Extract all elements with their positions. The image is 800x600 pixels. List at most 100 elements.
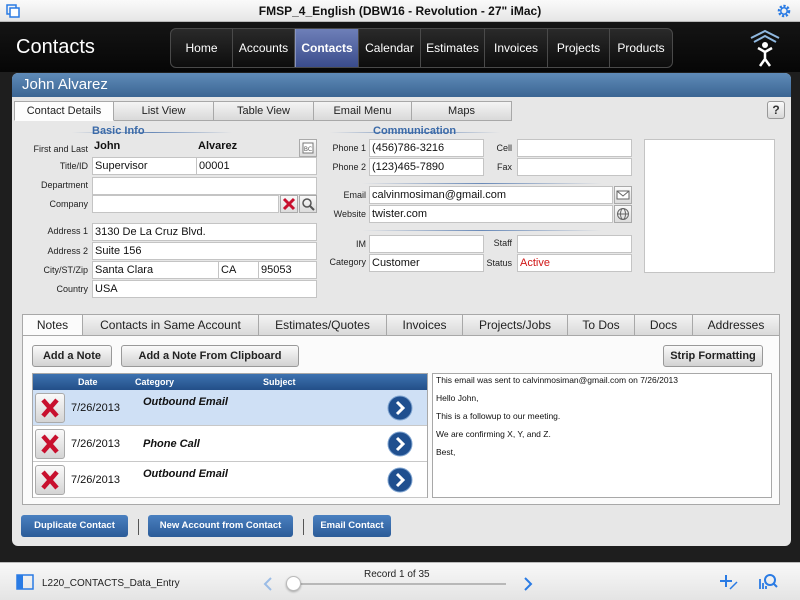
category-label: Category: [329, 257, 366, 267]
website-field[interactable]: twister.com: [369, 205, 613, 223]
duplicate-contact-button[interactable]: Duplicate Contact: [21, 515, 128, 537]
phone2-field[interactable]: (123)465-7890: [369, 158, 484, 176]
svg-text:BC: BC: [304, 146, 312, 153]
nav-projects[interactable]: Projects: [548, 29, 610, 67]
fax-field[interactable]: [517, 158, 632, 176]
cell-label: Cell: [496, 143, 512, 153]
delete-icon: [41, 434, 59, 454]
tab-contact-details[interactable]: Contact Details: [14, 101, 114, 121]
find-icon[interactable]: [758, 573, 778, 591]
window-title: FMSP_4_English (DBW16 - Revolution - 27"…: [258, 4, 542, 18]
add-note-clipboard-button[interactable]: Add a Note From Clipboard: [121, 345, 299, 367]
im-field[interactable]: [369, 235, 484, 253]
open-note-arrow-icon[interactable]: [387, 431, 413, 457]
note-line: We are confirming X, Y, and Z.: [436, 429, 551, 439]
col-category[interactable]: Category: [135, 377, 174, 387]
related-tabs: Notes Contacts in Same Account Estimates…: [22, 314, 780, 336]
new-account-button[interactable]: New Account from Contact: [148, 515, 293, 537]
open-note-arrow-icon[interactable]: [387, 395, 413, 421]
state-field[interactable]: CA: [218, 261, 259, 279]
logo-icon[interactable]: [746, 28, 784, 68]
strip-formatting-button[interactable]: Strip Formatting: [663, 345, 763, 367]
open-website-button[interactable]: [614, 205, 632, 223]
email-contact-button[interactable]: Email Contact: [313, 515, 391, 537]
delete-note-button[interactable]: [35, 465, 65, 495]
website-label: Website: [333, 209, 366, 219]
nav-estimates[interactable]: Estimates: [421, 29, 485, 67]
table-row[interactable]: 7/26/2013 Outbound Email: [33, 462, 427, 498]
first-name-field[interactable]: John: [92, 138, 197, 156]
new-record-icon[interactable]: [718, 573, 738, 591]
send-email-button[interactable]: [614, 186, 632, 204]
tab-to-dos[interactable]: To Dos: [568, 314, 635, 336]
staff-field[interactable]: [517, 235, 632, 253]
tab-email-menu[interactable]: Email Menu: [314, 101, 412, 121]
status-field[interactable]: Active: [517, 254, 632, 272]
cell-field[interactable]: [517, 139, 632, 157]
table-row[interactable]: 7/26/2013 Phone Call: [33, 426, 427, 462]
delete-note-button[interactable]: [35, 393, 65, 423]
nav-invoices[interactable]: Invoices: [485, 29, 548, 67]
nav-contacts[interactable]: Contacts: [295, 29, 359, 67]
nav-products[interactable]: Products: [610, 29, 672, 67]
nav-accounts[interactable]: Accounts: [233, 29, 295, 67]
email-field[interactable]: calvinmosiman@gmail.com: [369, 186, 613, 204]
layout-icon[interactable]: [16, 574, 34, 590]
id-field[interactable]: 00001: [196, 157, 317, 175]
phone2-label: Phone 2: [332, 162, 366, 172]
add-note-button[interactable]: Add a Note: [32, 345, 112, 367]
address2-field[interactable]: Suite 156: [92, 242, 317, 260]
job-title-field[interactable]: Supervisor: [92, 157, 197, 175]
delete-note-button[interactable]: [35, 429, 65, 459]
page-title: Contacts: [16, 36, 95, 58]
next-record-icon[interactable]: [522, 576, 534, 592]
address1-field[interactable]: 3130 De La Cruz Blvd.: [92, 223, 317, 241]
zip-field[interactable]: 95053: [258, 261, 317, 279]
record-slider-handle[interactable]: [286, 576, 301, 591]
category-field[interactable]: Customer: [369, 254, 484, 272]
address2-label: Address 2: [47, 246, 88, 256]
view-tabs: Contact Details List View Table View Ema…: [14, 101, 512, 121]
country-field[interactable]: USA: [92, 280, 317, 298]
window-title-bar: FMSP_4_English (DBW16 - Revolution - 27"…: [0, 0, 800, 22]
tab-table-view[interactable]: Table View: [214, 101, 314, 121]
tab-invoices[interactable]: Invoices: [387, 314, 463, 336]
col-subject[interactable]: Subject: [263, 377, 296, 387]
city-field[interactable]: Santa Clara: [92, 261, 219, 279]
photo-container[interactable]: [644, 139, 775, 273]
tab-contacts-same-account[interactable]: Contacts in Same Account: [83, 314, 259, 336]
nav-home[interactable]: Home: [171, 29, 233, 67]
department-field[interactable]: [92, 177, 317, 195]
note-body[interactable]: This email was sent to calvinmosiman@gma…: [432, 373, 772, 498]
department-label: Department: [40, 180, 88, 190]
tab-estimates-quotes[interactable]: Estimates/Quotes: [259, 314, 387, 336]
company-label: Company: [49, 199, 88, 209]
communication-title: Communication: [373, 125, 457, 137]
company-field[interactable]: [92, 195, 279, 213]
help-button[interactable]: ?: [767, 101, 785, 119]
title-id-label: Title/ID: [59, 161, 88, 171]
clear-company-button[interactable]: [280, 195, 298, 213]
tab-projects-jobs[interactable]: Projects/Jobs: [463, 314, 568, 336]
gear-icon[interactable]: [776, 3, 792, 19]
divider: [138, 519, 139, 535]
table-row[interactable]: 7/26/2013 Outbound Email: [33, 390, 427, 426]
im-label: IM: [356, 239, 366, 249]
open-note-arrow-icon[interactable]: [387, 467, 413, 493]
nav-calendar[interactable]: Calendar: [359, 29, 421, 67]
last-name-field[interactable]: Alvarez: [196, 138, 296, 156]
tab-maps[interactable]: Maps: [412, 101, 512, 121]
globe-icon: [617, 208, 629, 220]
layout-name[interactable]: L220_CONTACTS_Data_Entry: [42, 578, 180, 589]
note-date: 7/26/2013: [71, 438, 120, 450]
tab-list-view[interactable]: List View: [114, 101, 214, 121]
tab-addresses[interactable]: Addresses: [693, 314, 780, 336]
col-date[interactable]: Date: [78, 377, 98, 387]
phone1-field[interactable]: (456)786-3216: [369, 139, 484, 157]
email-label: Email: [343, 190, 366, 200]
tab-docs[interactable]: Docs: [635, 314, 693, 336]
tab-notes[interactable]: Notes: [22, 314, 83, 336]
main-nav: Home Accounts Contacts Calendar Estimate…: [170, 28, 673, 68]
previous-record-icon[interactable]: [262, 576, 274, 592]
record-slider-track[interactable]: [290, 583, 506, 585]
